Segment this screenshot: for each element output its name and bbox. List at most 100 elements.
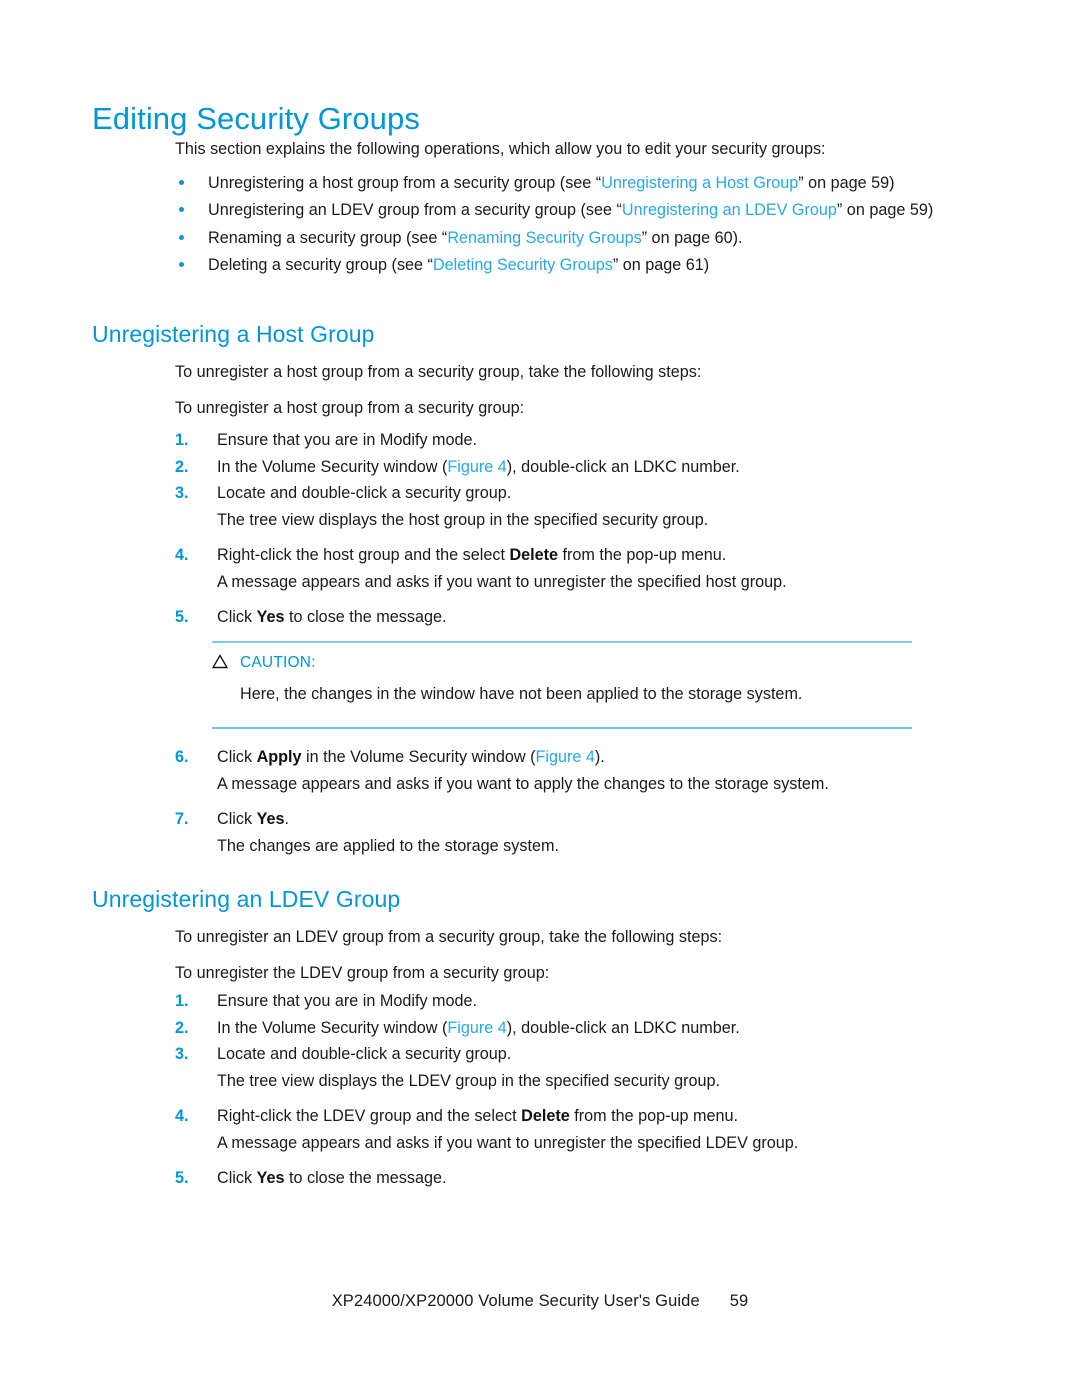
step-text: Ensure that you are in Modify mode. (217, 431, 478, 449)
ldev-group-lead-block: To unregister an LDEV group from a secur… (175, 924, 935, 987)
list-item: Deleting a security group (see “Deleting… (175, 252, 935, 278)
step-text-pre: In the Volume Security window ( (217, 1018, 448, 1037)
step-item: 1. Ensure that you are in Modify mode. (175, 427, 935, 454)
section-heading-unregistering-ldev-group: Unregistering an LDEV Group (92, 886, 401, 912)
step-number: 6. (175, 748, 189, 766)
step-result-text: A message appears and asks if you want t… (217, 774, 829, 793)
step-text-mid: in the Volume Security window ( (301, 748, 536, 766)
step-text-pre: Click (217, 810, 257, 828)
step-result-text: A message appears and asks if you want t… (217, 1133, 799, 1152)
step-text-post: ). (594, 748, 605, 766)
cross-reference-link[interactable]: Unregistering an LDEV Group (622, 201, 837, 219)
bullet-text-post: ” on page 59) (836, 201, 934, 220)
page-title: Editing Security Groups (92, 100, 420, 136)
step-number: 3. (175, 484, 189, 502)
ui-command-apply: Apply (256, 748, 302, 766)
step-text-post: from the pop-up menu. (558, 546, 727, 564)
step-number: 7. (175, 810, 189, 828)
host-group-lead-block: To unregister a host group from a securi… (175, 359, 935, 422)
list-item: Unregistering a host group from a securi… (175, 170, 935, 196)
list-item: Renaming a security group (see “Renaming… (175, 225, 935, 251)
figure-reference-link[interactable]: Figure 4 (447, 458, 506, 476)
step-number: 5. (175, 1169, 189, 1187)
ui-command-yes: Yes (256, 810, 285, 828)
intro-block: This section explains the following oper… (175, 136, 935, 163)
step-item: 5. Click Yes to close the message. (175, 1165, 935, 1192)
footer-page-number: 59 (729, 1292, 749, 1310)
cross-reference-link[interactable]: Unregistering a Host Group (601, 174, 798, 192)
step-number: 2. (175, 1018, 189, 1037)
step-text-post: ), double-click an LDKC number. (506, 457, 740, 476)
step-item: 2. In the Volume Security window (Figure… (175, 454, 935, 481)
ldev-group-lead-2: To unregister the LDEV group from a secu… (175, 964, 550, 982)
bullet-text-post: ” on page 59) (798, 174, 895, 192)
ldev-group-steps-block: 1. Ensure that you are in Modify mode. 2… (175, 988, 935, 1192)
bullet-icon (179, 234, 184, 240)
document-page: Editing Security Groups This section exp… (0, 0, 1080, 1397)
step-text-post: to close the message. (284, 1169, 447, 1187)
step-result-text: The tree view displays the LDEV group in… (217, 1071, 720, 1090)
caution-bottom-rule (212, 727, 912, 729)
ui-command-delete: Delete (521, 1107, 570, 1125)
bullet-icon (179, 180, 184, 185)
operations-list-block: Unregistering a host group from a securi… (175, 170, 935, 280)
host-group-lead-1: To unregister a host group from a securi… (175, 363, 702, 381)
footer-guide-title: XP24000/XP20000 Volume Security User's G… (331, 1292, 700, 1310)
figure-reference-link[interactable]: Figure 4 (535, 748, 594, 766)
caution-admonition: CAUTION: Here, the changes in the window… (211, 641, 912, 729)
bullet-text-pre: Deleting a security group (see “ (208, 256, 433, 275)
caution-text: Here, the changes in the window have not… (240, 685, 803, 703)
host-group-steps-after-block: 6. Click Apply in the Volume Security wi… (175, 744, 935, 859)
step-item: 3. Locate and double-click a security gr… (175, 1041, 935, 1094)
step-item: 4. Right-click the host group and the se… (175, 542, 935, 595)
intro-paragraph: This section explains the following oper… (175, 140, 826, 158)
step-text-pre: Right-click the LDEV group and the selec… (217, 1107, 522, 1125)
ui-command-yes: Yes (256, 608, 285, 626)
caution-header: CAUTION: (211, 652, 912, 673)
step-text-pre: Click (217, 608, 257, 626)
list-item: Unregistering an LDEV group from a secur… (175, 197, 935, 223)
operations-list: Unregistering a host group from a securi… (175, 170, 935, 279)
step-number: 2. (175, 457, 189, 476)
cross-reference-link[interactable]: Deleting Security Groups (433, 256, 613, 274)
step-result-text: A message appears and asks if you want t… (217, 572, 787, 591)
section-heading-unregistering-host-group: Unregistering a Host Group (92, 321, 375, 347)
bullet-icon (179, 262, 184, 268)
step-text-pre: In the Volume Security window ( (217, 457, 448, 476)
host-group-lead-2: To unregister a host group from a securi… (175, 399, 525, 417)
caution-top-rule (212, 641, 912, 643)
caution-triangle-icon (211, 654, 228, 669)
step-number: 4. (175, 1107, 189, 1125)
step-text: Ensure that you are in Modify mode. (217, 992, 478, 1010)
step-result-text: The changes are applied to the storage s… (217, 836, 559, 855)
host-group-steps-block: 1. Ensure that you are in Modify mode. 2… (175, 427, 935, 631)
bullet-text-post: ” on page 61) (612, 256, 710, 275)
step-item: 1. Ensure that you are in Modify mode. (175, 988, 935, 1015)
bullet-text-pre: Renaming a security group (see “ (208, 228, 448, 247)
step-item: 6. Click Apply in the Volume Security wi… (175, 744, 935, 797)
step-item: 5. Click Yes to close the message. (175, 604, 935, 631)
bullet-text-pre: Unregistering a host group from a securi… (208, 174, 602, 192)
step-item: 4. Right-click the LDEV group and the se… (175, 1103, 935, 1156)
caution-label: CAUTION: (240, 654, 316, 671)
figure-reference-link[interactable]: Figure 4 (447, 1019, 506, 1037)
step-text: Locate and double-click a security group… (217, 484, 512, 502)
step-text-post: ), double-click an LDKC number. (506, 1018, 740, 1037)
ui-command-delete: Delete (509, 546, 559, 564)
ui-command-yes: Yes (256, 1169, 285, 1187)
step-text-post: . (284, 810, 290, 828)
cross-reference-link[interactable]: Renaming Security Groups (447, 229, 641, 247)
step-text-pre: Right-click the host group and the selec… (217, 546, 510, 564)
step-number: 1. (175, 992, 189, 1010)
step-text-post: from the pop-up menu. (569, 1107, 738, 1125)
step-number: 5. (175, 608, 189, 626)
step-text-pre: Click (217, 748, 257, 766)
bullet-icon (179, 207, 184, 213)
step-number: 4. (175, 546, 189, 564)
caution-spacer (212, 707, 912, 727)
host-group-steps: 1. Ensure that you are in Modify mode. 2… (175, 427, 935, 631)
step-text-post: to close the message. (284, 608, 447, 626)
host-group-steps-after: 6. Click Apply in the Volume Security wi… (175, 744, 935, 859)
step-result-text: The tree view displays the host group in… (217, 510, 709, 529)
page-footer: XP24000/XP20000 Volume Security User's G… (0, 1292, 1080, 1311)
